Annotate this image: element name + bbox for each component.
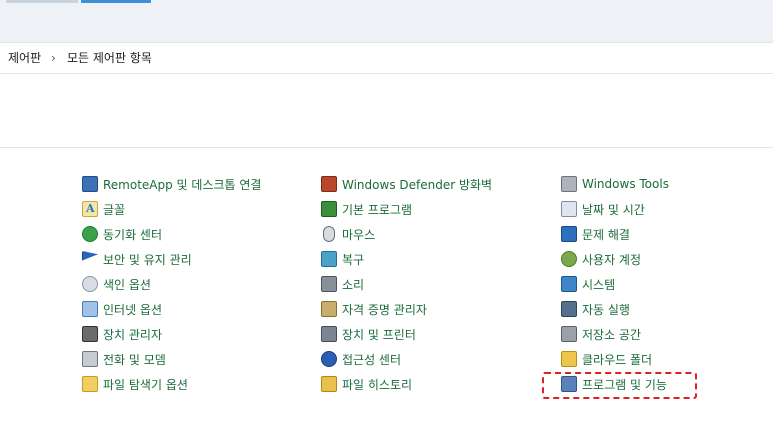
- item-label: 자동 실행: [582, 302, 630, 317]
- item-storage-spaces[interactable]: 저장소 공간: [561, 324, 641, 344]
- item-device-manager[interactable]: 장치 관리자: [82, 324, 162, 344]
- address-bar[interactable]: 제어판 › 모든 제어판 항목: [0, 43, 773, 74]
- autoplay-icon: [561, 301, 577, 317]
- item-system[interactable]: 시스템: [561, 274, 615, 294]
- item-label: Windows Defender 방화벽: [342, 177, 493, 192]
- item-credential-manager[interactable]: 자격 증명 관리자: [321, 299, 427, 319]
- title-tab-active[interactable]: [81, 0, 151, 3]
- breadcrumb-separator: ›: [51, 51, 56, 65]
- item-label: 파일 히스토리: [342, 377, 413, 392]
- item-programs-features[interactable]: 프로그램 및 기능: [561, 374, 667, 394]
- item-label: 프로그램 및 기능: [582, 377, 667, 392]
- flag-icon: [82, 251, 98, 261]
- item-label: 날짜 및 시간: [582, 202, 645, 217]
- printer-icon: [321, 326, 337, 342]
- item-sync-center[interactable]: 동기화 센터: [82, 224, 162, 244]
- item-label: 동기화 센터: [103, 227, 163, 242]
- firewall-icon: [321, 176, 337, 192]
- item-file-history[interactable]: 파일 히스토리: [321, 374, 412, 394]
- item-fonts[interactable]: 글꼴: [82, 199, 125, 219]
- item-troubleshooting[interactable]: 문제 해결: [561, 224, 630, 244]
- item-label: 인터넷 옵션: [103, 302, 163, 317]
- device-manager-icon: [82, 326, 98, 342]
- item-label: 글꼴: [103, 202, 126, 217]
- item-phone-modem[interactable]: 전화 및 모뎀: [82, 349, 166, 369]
- title-tab[interactable]: [6, 0, 78, 3]
- file-history-icon: [321, 376, 337, 392]
- item-label: 파일 탐색기 옵션: [103, 377, 188, 392]
- item-label: 시스템: [582, 277, 616, 292]
- item-defender-firewall[interactable]: Windows Defender 방화벽: [321, 174, 492, 194]
- item-mouse[interactable]: 마우스: [321, 224, 375, 244]
- index-icon: [82, 276, 98, 292]
- item-indexing-options[interactable]: 색인 옵션: [82, 274, 151, 294]
- item-autoplay[interactable]: 자동 실행: [561, 299, 630, 319]
- troubleshoot-icon: [561, 226, 577, 242]
- cloud-folder-icon: [561, 351, 577, 367]
- phone-icon: [82, 351, 98, 367]
- item-ease-of-access[interactable]: 접근성 센터: [321, 349, 401, 369]
- item-security-maintenance[interactable]: 보안 및 유지 관리: [82, 249, 192, 269]
- item-devices-printers[interactable]: 장치 및 프린터: [321, 324, 416, 344]
- item-label: 마우스: [342, 227, 376, 242]
- system-icon: [561, 276, 577, 292]
- item-label: 클라우드 폴더: [582, 352, 653, 367]
- storage-icon: [561, 326, 577, 342]
- item-label: 복구: [342, 252, 365, 267]
- item-label: 사용자 계정: [582, 252, 642, 267]
- item-label: 접근성 센터: [342, 352, 402, 367]
- item-label: 문제 해결: [582, 227, 630, 242]
- item-sound[interactable]: 소리: [321, 274, 364, 294]
- window-titlebar: [0, 0, 773, 43]
- item-internet-options[interactable]: 인터넷 옵션: [82, 299, 162, 319]
- item-label: Windows Tools: [582, 177, 669, 191]
- item-label: 저장소 공간: [582, 327, 642, 342]
- date-time-icon: [561, 201, 577, 217]
- font-icon: [82, 201, 98, 217]
- item-date-time[interactable]: 날짜 및 시간: [561, 199, 645, 219]
- folder-icon: [82, 376, 98, 392]
- item-label: RemoteApp 및 데스크톱 연결: [103, 177, 262, 192]
- users-icon: [561, 251, 577, 267]
- item-label: 장치 관리자: [103, 327, 163, 342]
- item-label: 장치 및 프린터: [342, 327, 416, 342]
- breadcrumb-control-panel[interactable]: 제어판: [8, 43, 41, 73]
- item-windows-tools[interactable]: Windows Tools: [561, 174, 669, 194]
- tools-icon: [561, 176, 577, 192]
- breadcrumb-all-items[interactable]: 모든 제어판 항목: [67, 43, 152, 73]
- item-file-explorer-options[interactable]: 파일 탐색기 옵션: [82, 374, 188, 394]
- item-label: 전화 및 모뎀: [103, 352, 166, 367]
- item-label: 기본 프로그램: [342, 202, 413, 217]
- item-default-programs[interactable]: 기본 프로그램: [321, 199, 412, 219]
- recovery-icon: [321, 251, 337, 267]
- item-label: 색인 옵션: [103, 277, 151, 292]
- item-recovery[interactable]: 복구: [321, 249, 364, 269]
- remote-desktop-icon: [82, 176, 98, 192]
- default-programs-icon: [321, 201, 337, 217]
- item-remoteapp[interactable]: RemoteApp 및 데스크톱 연결: [82, 174, 261, 194]
- sync-icon: [82, 226, 98, 242]
- mouse-icon: [323, 226, 335, 242]
- accessibility-icon: [321, 351, 337, 367]
- credential-icon: [321, 301, 337, 317]
- item-cloud-folders[interactable]: 클라우드 폴더: [561, 349, 652, 369]
- content-divider: [0, 147, 773, 148]
- programs-icon: [561, 376, 577, 392]
- item-label: 소리: [342, 277, 365, 292]
- item-label: 보안 및 유지 관리: [103, 252, 192, 267]
- item-label: 자격 증명 관리자: [342, 302, 427, 317]
- sound-icon: [321, 276, 337, 292]
- item-user-accounts[interactable]: 사용자 계정: [561, 249, 641, 269]
- internet-icon: [82, 301, 98, 317]
